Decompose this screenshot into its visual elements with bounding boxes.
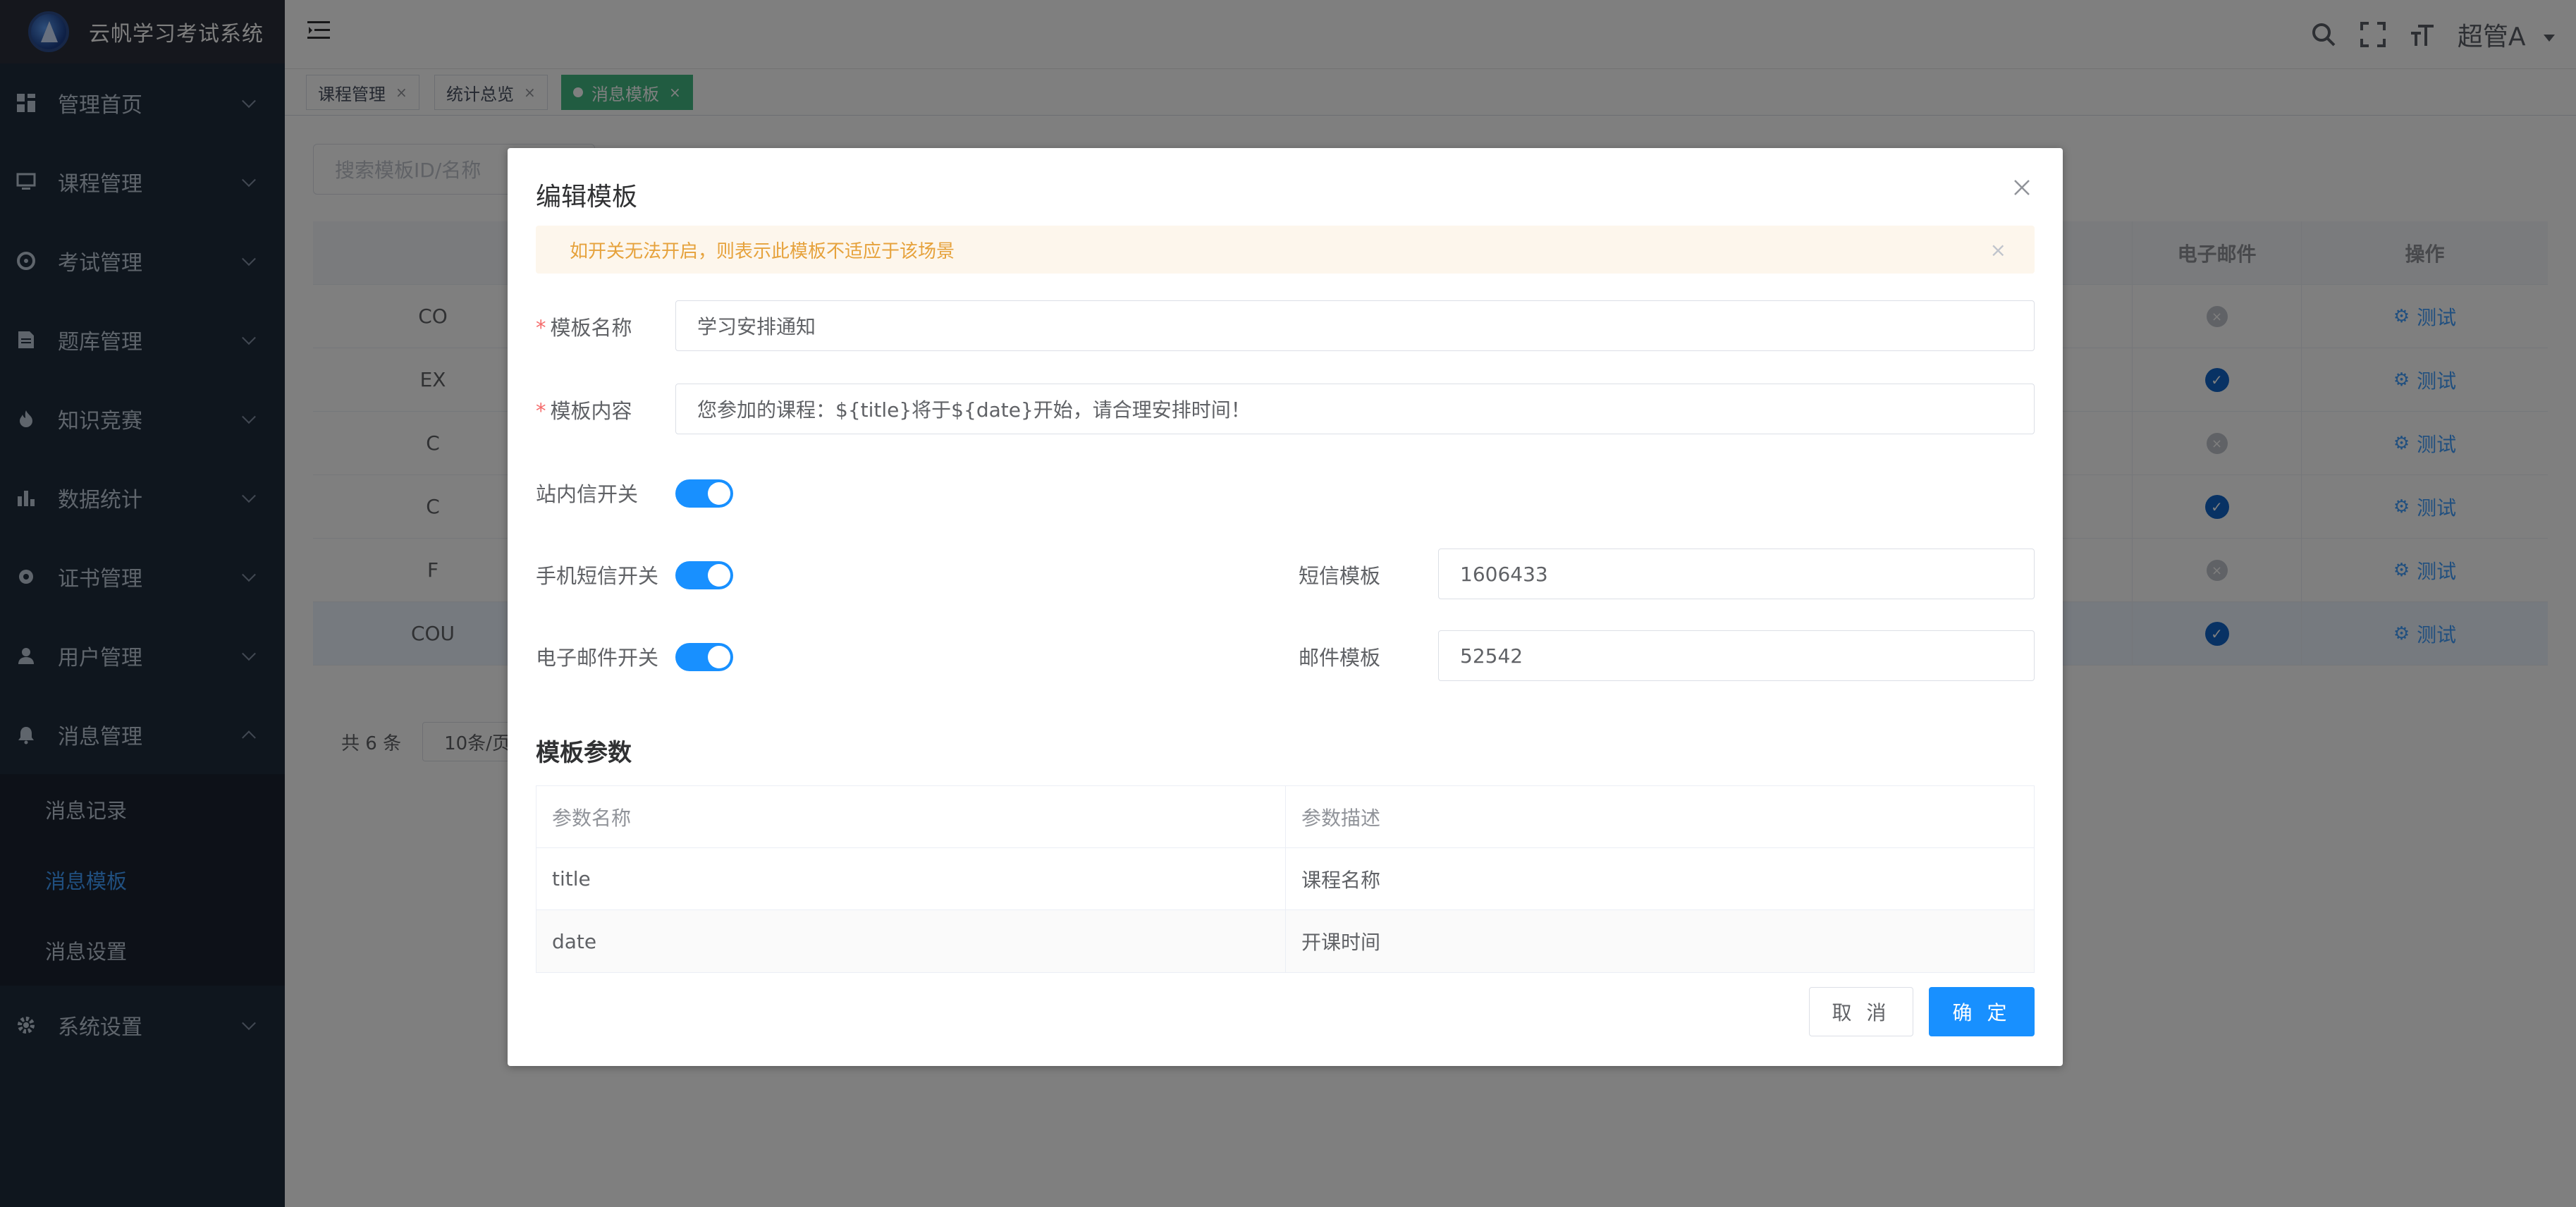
param-name: date: [552, 929, 597, 953]
close-icon[interactable]: [2012, 178, 2035, 200]
table-row: title 课程名称: [536, 848, 2034, 910]
template-content-input[interactable]: 您参加的课程：${title}将于${date}开始，请合理安排时间！: [675, 384, 2035, 434]
email-switch[interactable]: [675, 643, 733, 671]
email-switch-label: 电子邮件开关: [536, 646, 659, 670]
warning-alert: 如开关无法开启，则表示此模板不适应于该场景 ×: [536, 226, 2035, 274]
cancel-button[interactable]: 取 消: [1809, 987, 1913, 1036]
sms-switch[interactable]: [675, 561, 733, 589]
params-table: 参数名称 参数描述 title 课程名称 date 开课时间: [536, 785, 2035, 973]
site-message-switch-label: 站内信开关: [536, 482, 639, 506]
template-content-label: * 模板内容: [536, 395, 632, 424]
template-name-input[interactable]: 学习安排通知: [675, 300, 2035, 351]
param-desc: 开课时间: [1285, 910, 2034, 972]
params-section-title: 模板参数: [536, 739, 632, 767]
param-name: title: [552, 867, 591, 890]
email-template-label: 邮件模板: [1299, 646, 1381, 670]
param-desc-header: 参数描述: [1285, 786, 2034, 847]
label-text: 模板名称: [550, 316, 632, 340]
template-name-label: * 模板名称: [536, 312, 632, 341]
table-header: 参数名称 参数描述: [536, 786, 2034, 848]
param-name-header: 参数名称: [552, 806, 632, 830]
sms-template-label: 短信模板: [1299, 564, 1381, 588]
alert-text: 如开关无法开启，则表示此模板不适应于该场景: [570, 240, 955, 262]
email-template-input[interactable]: 52542: [1438, 630, 2035, 681]
confirm-button[interactable]: 确 定: [1929, 987, 2035, 1036]
label-text: 模板内容: [550, 399, 632, 423]
dialog-title: 编辑模板: [536, 183, 638, 212]
table-row: date 开课时间: [536, 910, 2034, 972]
required-mark: *: [536, 399, 546, 423]
site-message-switch[interactable]: [675, 479, 733, 508]
edit-template-dialog: 编辑模板 如开关无法开启，则表示此模板不适应于该场景 × * 模板名称 学习安排通…: [508, 148, 2063, 1066]
param-desc: 课程名称: [1285, 848, 2034, 909]
required-mark: *: [536, 316, 546, 340]
close-icon[interactable]: ×: [1990, 238, 2006, 262]
sms-template-input[interactable]: 1606433: [1438, 549, 2035, 599]
sms-switch-label: 手机短信开关: [536, 564, 659, 588]
